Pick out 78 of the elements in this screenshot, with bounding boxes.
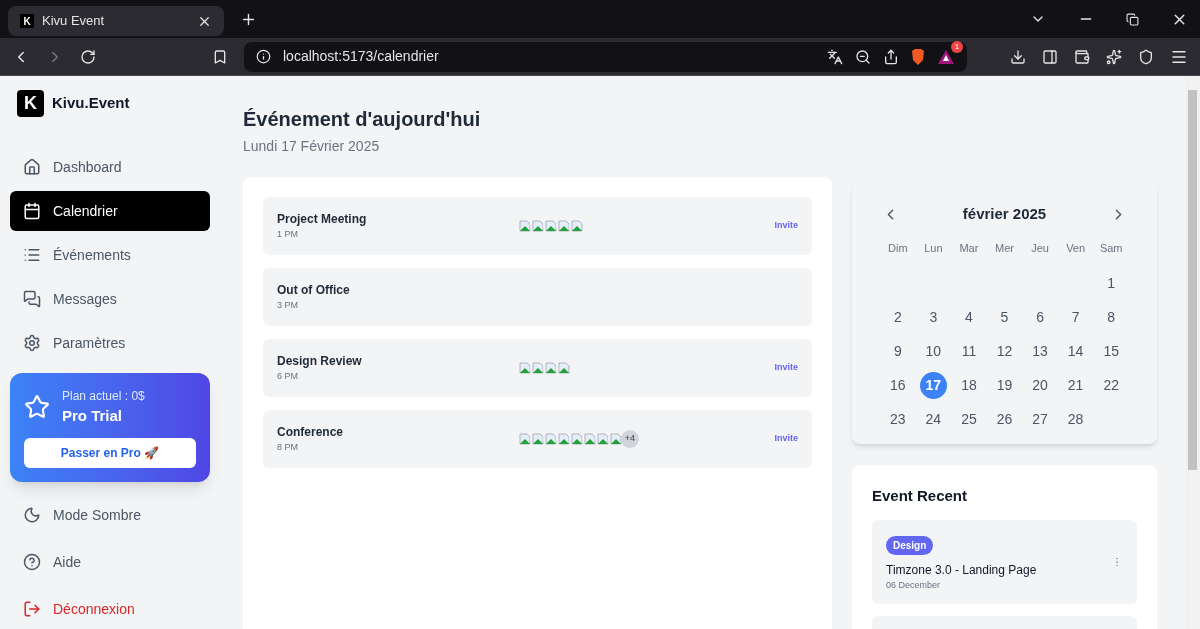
event-row[interactable]: Design Review 6 PM Invite — [263, 339, 812, 397]
weekday-label: Mar — [958, 240, 980, 256]
brand-name: Kivu.Event — [52, 93, 130, 114]
event-row[interactable]: Project Meeting 1 PM Invite — [263, 197, 812, 255]
calendar-day[interactable]: 7 — [1062, 303, 1090, 331]
nav-item[interactable]: Dashboard — [10, 147, 210, 187]
weekday-label: Dim — [887, 240, 909, 256]
calendar-day[interactable]: 20 — [1026, 371, 1054, 399]
calendar-day[interactable]: 28 — [1062, 405, 1090, 433]
event-time: 8 PM — [277, 441, 299, 455]
calendar-day[interactable]: 25 — [955, 405, 983, 433]
weekday-label: Lun — [923, 240, 944, 256]
nav-item[interactable]: Calendrier — [10, 191, 210, 231]
address-bar[interactable]: localhost:5173/calendrier 1 — [244, 41, 967, 72]
url-text: localhost:5173/calendrier — [283, 47, 440, 66]
event-time: 6 PM — [277, 370, 299, 384]
event-title: Conference — [277, 424, 345, 442]
calendar-day[interactable]: 15 — [1097, 337, 1125, 365]
weekday-label: Sam — [1098, 240, 1124, 256]
invite-link[interactable]: Invite — [774, 361, 798, 375]
calendar-day[interactable]: 18 — [955, 371, 983, 399]
calendar-day[interactable]: 10 — [919, 337, 947, 365]
event-time: 1 PM — [277, 228, 299, 242]
page-date: Lundi 17 Février 2025 — [243, 137, 381, 156]
nav-item[interactable]: Paramètres — [10, 323, 210, 363]
notification-badge: 1 — [951, 40, 963, 53]
nav-item[interactable]: Aide — [10, 540, 210, 584]
recent-title: Event Recent — [872, 486, 969, 506]
weekday-label: Mer — [994, 240, 1015, 256]
calendar-day[interactable]: 1 — [1097, 269, 1125, 297]
nav-item[interactable]: Mode Sombre — [10, 493, 210, 537]
calendar-day[interactable]: 9 — [884, 337, 912, 365]
recent-event-title: Timzone 3.0 - Landing Page — [886, 561, 1037, 579]
event-title: Design Review — [277, 353, 363, 371]
calendar-day[interactable]: 5 — [991, 303, 1018, 331]
recent-event-card[interactable]: Design Timzone 3.0 - Landing Page 06 December — [872, 519, 1137, 604]
weekday-label: Jeu — [1030, 240, 1050, 256]
event-title: Project Meeting — [277, 211, 368, 229]
recent-event-date: 06 December — [886, 578, 941, 592]
calendar-day[interactable]: 22 — [1097, 371, 1125, 399]
calendar-day[interactable]: 27 — [1026, 405, 1054, 433]
weekday-label: Ven — [1065, 240, 1087, 256]
calendar-day[interactable]: 23 — [884, 405, 912, 433]
calendar-day[interactable]: 16 — [884, 371, 912, 399]
calendar-day[interactable]: 14 — [1062, 337, 1090, 365]
event-time: 3 PM — [277, 299, 299, 313]
tab-favicon: K — [20, 14, 34, 28]
invite-link[interactable]: Invite — [774, 219, 798, 233]
plan-name: Pro Trial — [62, 406, 124, 426]
calendar-day[interactable]: 12 — [991, 337, 1018, 365]
nav-item[interactable]: Déconnexion — [10, 587, 210, 629]
event-row[interactable]: Conference 8 PM +4 Invite — [263, 410, 812, 468]
category-tag: Design — [886, 535, 934, 555]
calendar-day[interactable]: 3 — [919, 303, 947, 331]
calendar-day[interactable]: 11 — [955, 337, 983, 365]
plan-caption: Plan actuel : 0$ — [62, 388, 145, 405]
nav-item[interactable]: Messages — [10, 279, 210, 319]
calendar-day[interactable]: 6 — [1026, 303, 1054, 331]
invite-link[interactable]: Invite — [774, 432, 798, 446]
brand-logo: K — [17, 90, 44, 117]
month-title: février 2025 — [962, 204, 1047, 224]
calendar-day[interactable]: 26 — [991, 405, 1018, 433]
calendar-day[interactable]: 21 — [1062, 371, 1090, 399]
calendar-day[interactable]: 17 — [919, 371, 947, 399]
calendar-day[interactable]: 8 — [1097, 303, 1125, 331]
upgrade-button[interactable]: Passer en Pro 🚀 — [24, 437, 196, 468]
calendar-day[interactable]: 13 — [1026, 337, 1054, 365]
event-title: Out of Office — [277, 282, 351, 300]
calendar-day[interactable]: 4 — [955, 303, 983, 331]
calendar-day[interactable]: 19 — [991, 371, 1018, 399]
nav-item[interactable]: Événements — [10, 235, 210, 275]
browser-tab[interactable]: K Kivu Event — [8, 6, 224, 36]
calendar-day[interactable]: 24 — [919, 405, 947, 433]
more-count: +4 — [621, 430, 639, 448]
page-title: Événement d'aujourd'hui — [243, 107, 482, 132]
calendar-day[interactable]: 2 — [884, 303, 912, 331]
event-row[interactable]: Out of Office 3 PM — [263, 268, 812, 326]
tab-title: Kivu Event — [42, 12, 106, 31]
